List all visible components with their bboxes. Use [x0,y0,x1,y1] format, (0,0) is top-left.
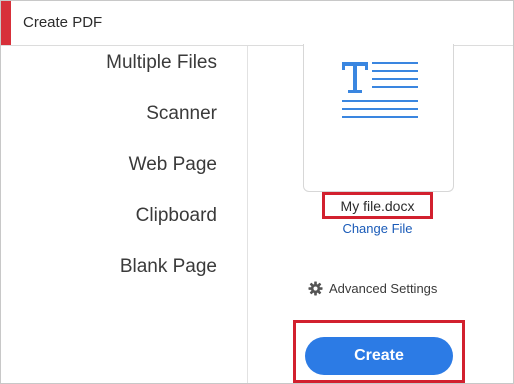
create-button-highlight: Create [293,320,465,383]
file-name-highlight: My file.docx [322,192,433,219]
window-title: Create PDF [23,14,103,31]
create-button[interactable]: Create [305,337,453,375]
sidebar-item-web-page[interactable]: Web Page [129,154,217,176]
word-document-icon [342,62,418,118]
advanced-settings-label: Advanced Settings [329,280,438,296]
sidebar-item-multiple-files[interactable]: Multiple Files [106,52,217,74]
advanced-settings-button[interactable]: Advanced Settings [308,279,437,297]
gear-icon [308,280,323,296]
sidebar-item-scanner[interactable]: Scanner [146,103,217,125]
file-preview-card[interactable] [303,44,454,192]
sidebar-item-clipboard[interactable]: Clipboard [136,205,217,227]
change-file-link[interactable]: Change File [303,221,452,236]
sidebar: Multiple Files Scanner Web Page Clipboar… [1,46,248,383]
window-header: Create PDF [1,1,513,46]
sidebar-item-blank-page[interactable]: Blank Page [120,256,217,278]
file-name: My file.docx [340,198,415,214]
create-pdf-window: Create PDF Multiple Files Scanner Web Pa… [0,0,514,384]
header-accent-bar [1,1,11,45]
main-panel: My file.docx Change File Advanced Settin… [248,44,513,383]
